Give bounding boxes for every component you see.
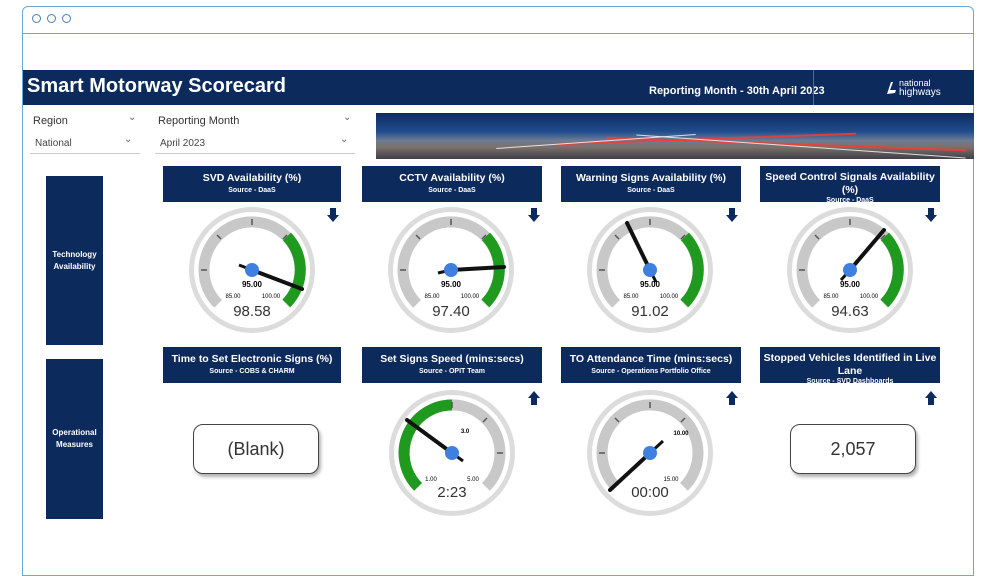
- arrow-down-icon: [925, 208, 937, 222]
- gauge-min: 85.00: [424, 294, 440, 300]
- card-source: Source - DaaS: [228, 187, 276, 194]
- arrow-down-icon: [528, 208, 540, 222]
- card-title: CCTV Availability (%): [399, 172, 505, 184]
- gauge-value: 97.40: [432, 303, 470, 320]
- card-header-to-attendance: TO Attendance Time (mins:secs) Source - …: [561, 347, 741, 383]
- arrow-down-icon: [726, 208, 738, 222]
- time-to-set-value-card: (Blank): [193, 424, 319, 474]
- gauge-min: 85.00: [823, 294, 839, 300]
- report-header: Smart Motorway Scorecard Reporting Month…: [23, 70, 974, 105]
- to-attendance-gauge: 10.00 15.00 00:00: [587, 390, 713, 516]
- gauge-value: 2:23: [437, 484, 466, 501]
- region-value: National: [35, 138, 72, 149]
- reporting-month-label: Reporting Month - 30th April 2023: [649, 85, 825, 97]
- window-dot-icon[interactable]: [32, 14, 41, 23]
- gauge-value: 91.02: [631, 303, 669, 320]
- card-title: SVD Availability (%): [202, 172, 302, 184]
- card-source: Source - SVD Dashboards: [806, 378, 894, 385]
- gauge-min: 85.00: [225, 294, 241, 300]
- gauge-max: 100.00: [860, 294, 879, 300]
- region-dropdown[interactable]: National ⌄: [30, 134, 140, 154]
- gauge-value: 98.58: [233, 303, 271, 320]
- month-value: April 2023: [160, 138, 206, 149]
- card-source: Source - DaaS: [627, 187, 675, 194]
- logo-text-line2: highways: [899, 87, 941, 98]
- card-title: Stopped Vehicles Identified in Live Lane: [763, 352, 937, 377]
- card-header-speed-control: Speed Control Signals Availability (%) S…: [760, 166, 940, 204]
- region-slicer-label: Region: [33, 115, 68, 127]
- gauge-max: 100.00: [262, 294, 281, 300]
- header-divider: [813, 70, 814, 105]
- gauge-min: 85.00: [623, 294, 639, 300]
- chevron-down-icon[interactable]: ⌄: [340, 134, 348, 145]
- gauge-max: 15.00: [663, 477, 679, 483]
- card-header-cctv: CCTV Availability (%) Source - DaaS: [362, 166, 542, 202]
- gauge-target: 95.00: [441, 280, 462, 289]
- gauge-max: 100.00: [660, 294, 679, 300]
- gauge-target: 3.0: [461, 429, 470, 435]
- card-source: Source - COBS & CHARM: [209, 368, 295, 375]
- svd-availability-gauge: 95.00 85.00 100.00 98.58: [189, 207, 315, 333]
- gauge-max: 5.00: [467, 477, 479, 483]
- stopped-vehicles-value-card: 2,057: [790, 424, 916, 474]
- chevron-down-icon[interactable]: ⌄: [124, 134, 132, 145]
- chevron-down-icon[interactable]: ⌄: [128, 112, 136, 123]
- card-source: Source - OPIT Team: [419, 368, 485, 375]
- card-title: Set Signs Speed (mins:secs): [380, 353, 524, 365]
- card-header-time-to-set: Time to Set Electronic Signs (%) Source …: [163, 347, 341, 383]
- gauge-value: 94.63: [831, 303, 869, 320]
- card-header-warning-signs: Warning Signs Availability (%) Source - …: [561, 166, 741, 202]
- warning-signs-gauge: 95.00 85.00 100.00 91.02: [587, 207, 713, 333]
- card-source: Source - DaaS: [428, 187, 476, 194]
- cctv-availability-gauge: 95.00 85.00 100.00 97.40: [388, 207, 514, 333]
- section-technology: Technology Availability: [46, 176, 103, 345]
- set-signs-speed-gauge: 3.0 1.00 5.00 2:23: [389, 390, 515, 516]
- gauge-target: 95.00: [640, 280, 661, 289]
- month-slicer-label: Reporting Month: [158, 115, 240, 127]
- section-operational-label: Operational Measures: [52, 428, 97, 449]
- window-titlebar: [23, 7, 973, 34]
- gauge-target: 10.00: [673, 431, 689, 437]
- window-dot-icon[interactable]: [62, 14, 71, 23]
- arrow-down-icon: [327, 208, 339, 222]
- speed-control-gauge: 95.00 85.00 100.00 94.63: [787, 207, 913, 333]
- card-title: Speed Control Signals Availability (%): [765, 171, 935, 196]
- gauge-target: 95.00: [242, 280, 263, 289]
- arrow-up-icon: [528, 391, 540, 405]
- gauge-max: 100.00: [461, 294, 480, 300]
- gauge-target: 95.00: [840, 280, 861, 289]
- card-title: Time to Set Electronic Signs (%): [171, 353, 333, 365]
- card-header-set-signs-speed: Set Signs Speed (mins:secs) Source - OPI…: [362, 347, 542, 383]
- chevron-down-icon[interactable]: ⌄: [343, 112, 351, 123]
- page-title: Smart Motorway Scorecard: [27, 75, 286, 97]
- card-header-stopped-vehicles: Stopped Vehicles Identified in Live Lane…: [760, 347, 940, 385]
- section-operational: Operational Measures: [46, 359, 103, 519]
- card-title: Warning Signs Availability (%): [576, 172, 726, 184]
- card-source: Source - Operations Portfolio Office: [591, 368, 711, 375]
- gauge-min: 1.00: [425, 477, 437, 483]
- arrow-up-icon: [925, 391, 937, 405]
- window-dot-icon[interactable]: [47, 14, 56, 23]
- card-source: Source - DaaS: [826, 197, 874, 204]
- gauge-value: 00:00: [631, 484, 669, 501]
- card-header-svd: SVD Availability (%) Source - DaaS: [163, 166, 341, 202]
- month-dropdown[interactable]: April 2023 ⌄: [155, 134, 355, 154]
- motorway-banner-image: [376, 113, 974, 159]
- card-title: TO Attendance Time (mins:secs): [569, 353, 733, 365]
- section-technology-label: Technology Availability: [52, 249, 97, 271]
- logo-mark-icon: [887, 82, 896, 94]
- arrow-up-icon: [726, 391, 738, 405]
